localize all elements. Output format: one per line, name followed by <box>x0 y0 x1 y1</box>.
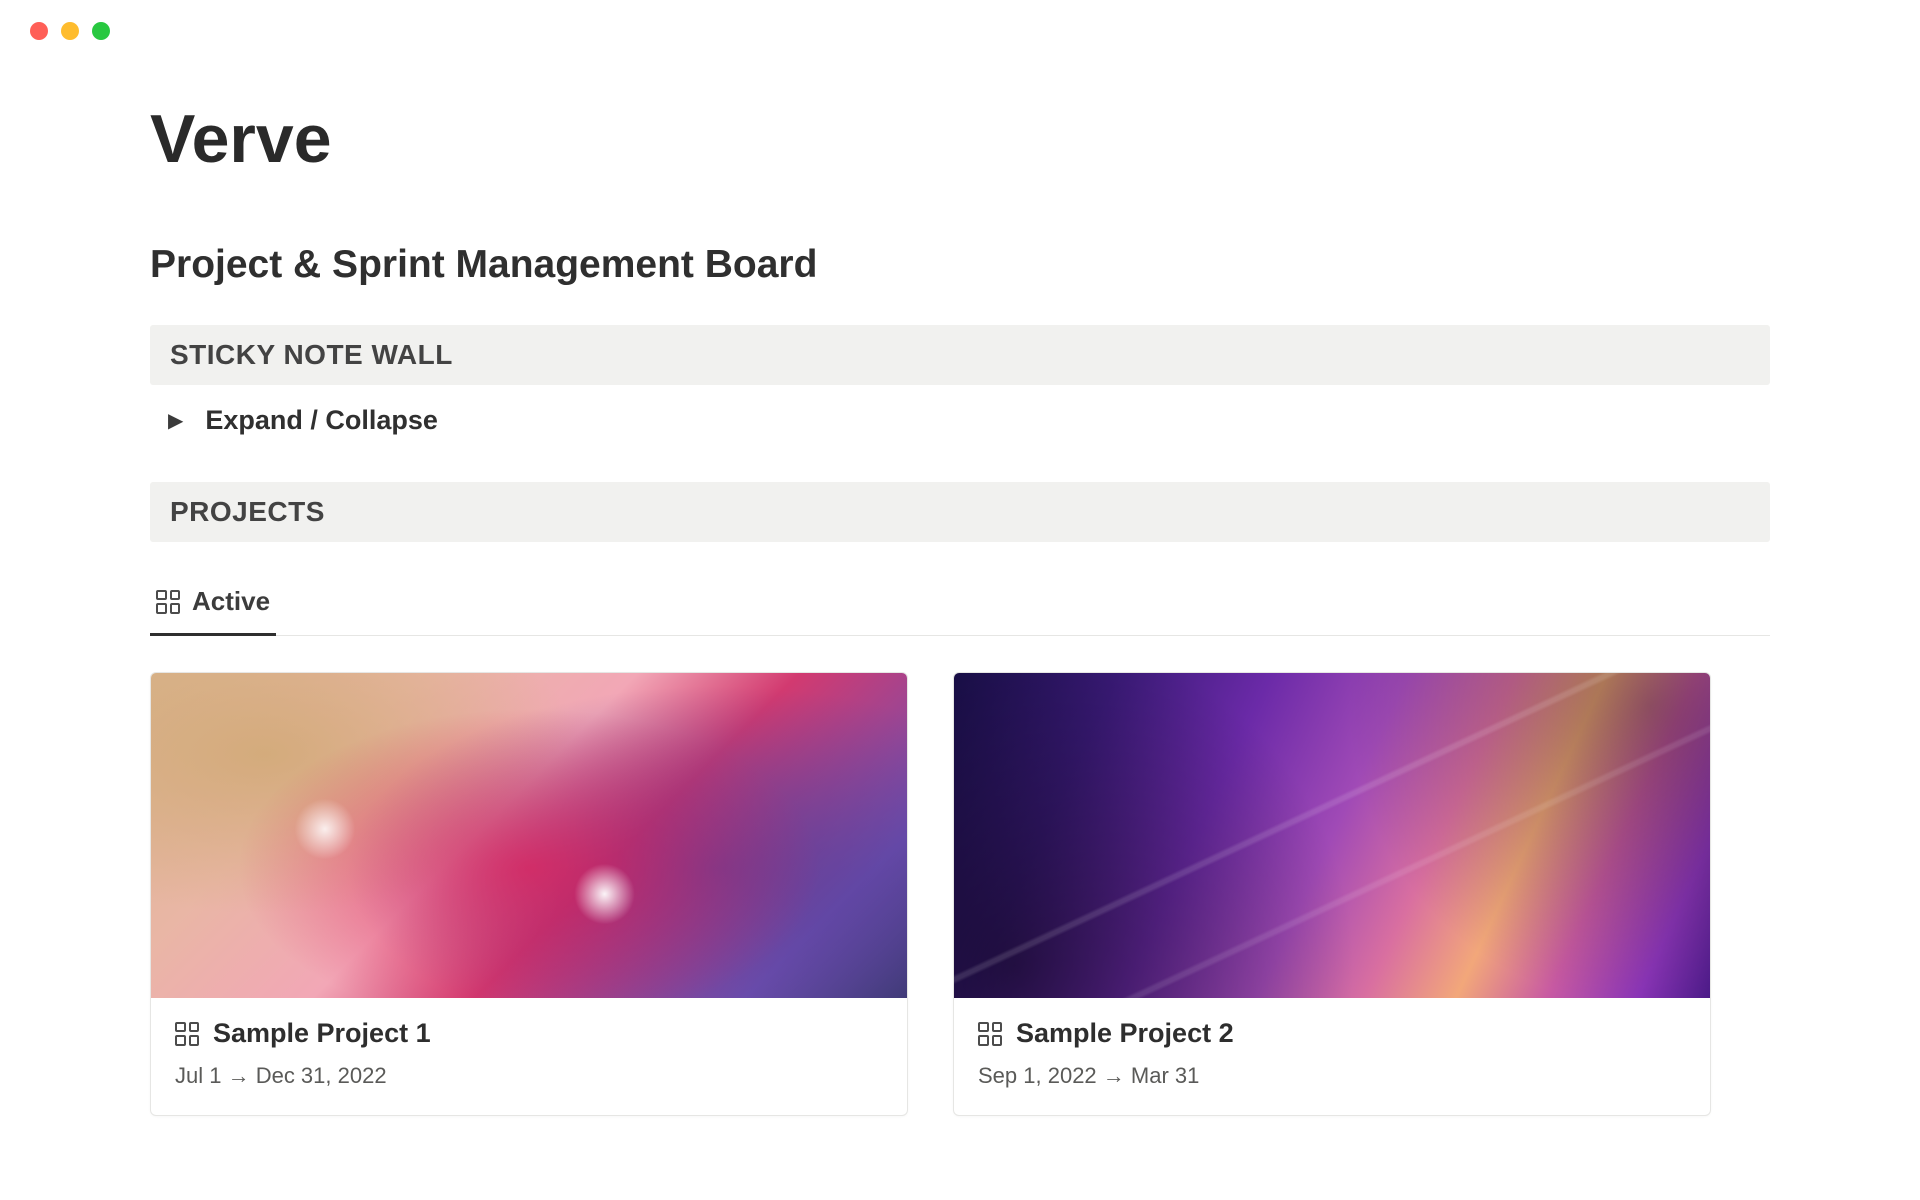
project-card-dates: Jul 1 → Dec 31, 2022 <box>175 1063 883 1089</box>
section-projects: PROJECTS <box>150 482 1770 542</box>
window-minimize-button[interactable] <box>61 22 79 40</box>
window-maximize-button[interactable] <box>92 22 110 40</box>
triangle-right-icon: ▶ <box>168 408 183 433</box>
project-card-body: Sample Project 1 Jul 1 → Dec 31, 2022 <box>151 998 907 1115</box>
page-subtitle: Project & Sprint Management Board <box>150 243 1770 287</box>
project-card-title: Sample Project 1 <box>213 1018 431 1049</box>
window-close-button[interactable] <box>30 22 48 40</box>
page-content: Verve Project & Sprint Management Board … <box>0 100 1920 1116</box>
sticky-toggle[interactable]: ▶ Expand / Collapse <box>150 385 1770 444</box>
gallery-view-icon <box>978 1022 1002 1046</box>
project-card-body: Sample Project 2 Sep 1, 2022 → Mar 31 <box>954 998 1710 1115</box>
tab-active-label: Active <box>192 586 270 617</box>
project-card-title: Sample Project 2 <box>1016 1018 1234 1049</box>
tab-active[interactable]: Active <box>150 578 276 636</box>
projects-tabbar: Active <box>150 578 1770 636</box>
window-controls <box>0 0 1920 40</box>
project-card[interactable]: Sample Project 1 Jul 1 → Dec 31, 2022 <box>150 672 908 1116</box>
section-sticky-note-wall: STICKY NOTE WALL <box>150 325 1770 385</box>
project-card[interactable]: Sample Project 2 Sep 1, 2022 → Mar 31 <box>953 672 1711 1116</box>
gallery-view-icon <box>156 590 180 614</box>
project-cover-image <box>954 673 1710 998</box>
page-title: Verve <box>150 100 1770 178</box>
project-card-dates: Sep 1, 2022 → Mar 31 <box>978 1063 1686 1089</box>
gallery-view-icon <box>175 1022 199 1046</box>
sticky-toggle-label: Expand / Collapse <box>205 405 438 436</box>
project-cover-image <box>151 673 907 998</box>
project-cards: Sample Project 1 Jul 1 → Dec 31, 2022 Sa… <box>150 672 1770 1116</box>
